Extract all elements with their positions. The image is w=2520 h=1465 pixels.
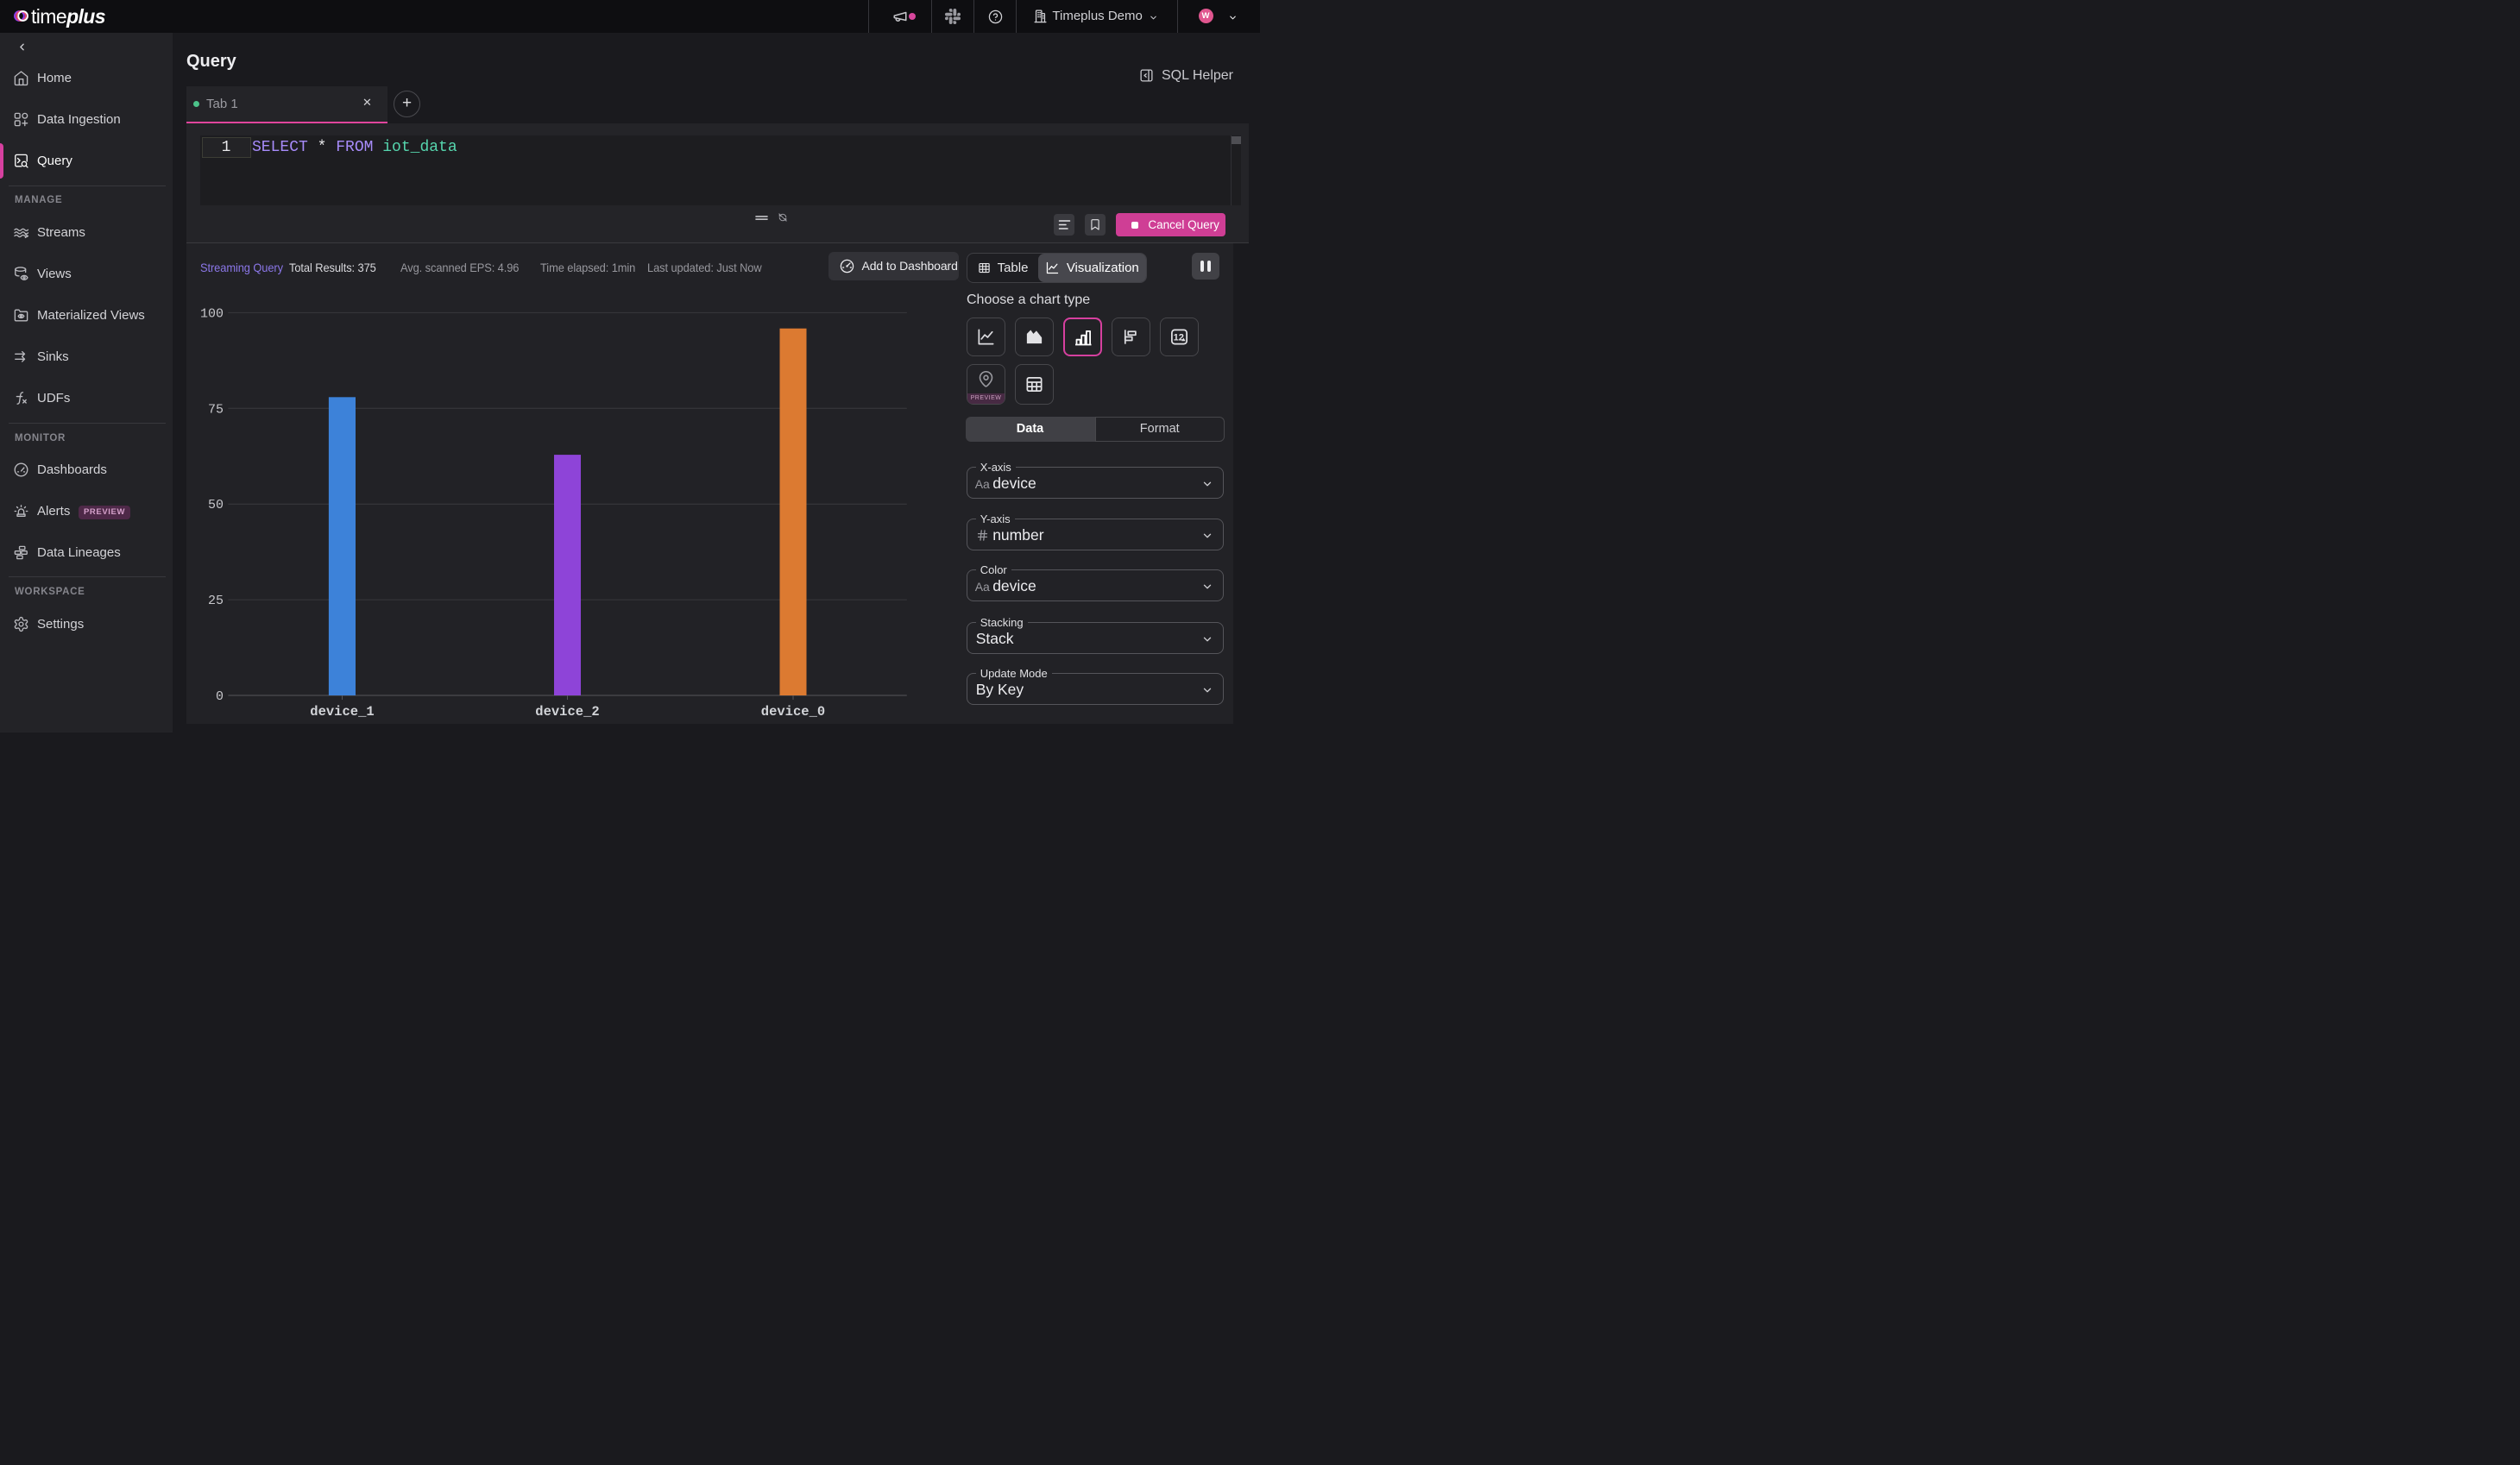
svg-text:50: 50 — [208, 498, 224, 512]
svg-text:12: 12 — [1174, 333, 1184, 343]
svg-text:75: 75 — [208, 402, 224, 417]
svg-text:device_2: device_2 — [535, 704, 599, 720]
svg-text:device_0: device_0 — [761, 704, 825, 720]
svg-text:device_1: device_1 — [310, 704, 374, 720]
svg-text:100: 100 — [200, 306, 224, 321]
svg-text:25: 25 — [208, 594, 224, 608]
svg-text:0: 0 — [216, 689, 224, 704]
